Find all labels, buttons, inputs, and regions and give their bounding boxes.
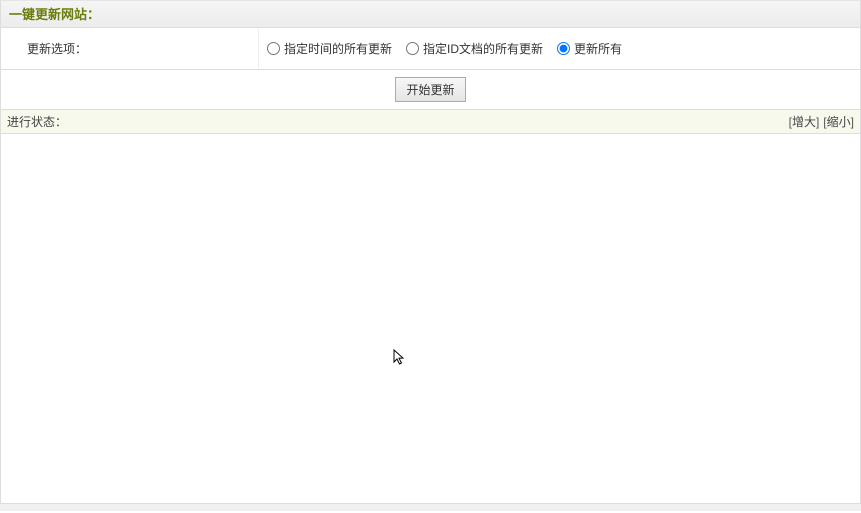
radio-all-input[interactable] (557, 42, 570, 55)
start-update-button[interactable]: 开始更新 (395, 77, 465, 102)
radio-by-time[interactable]: 指定时间的所有更新 (267, 40, 392, 57)
options-label-text: 更新选项： (27, 40, 87, 57)
output-area (0, 134, 861, 504)
footer-strip (0, 504, 861, 511)
bracket-close-icon: ] (851, 115, 854, 129)
shrink-text: 缩小 (827, 115, 851, 129)
options-row: 更新选项： 指定时间的所有更新 指定ID文档的所有更新 更新所有 (0, 28, 861, 70)
status-label: 进行状态： (7, 113, 67, 130)
radio-by-time-input[interactable] (267, 42, 280, 55)
status-links: [增大] [缩小] (789, 113, 854, 130)
bracket-close-icon: ] (816, 115, 819, 129)
radio-by-id-input[interactable] (406, 42, 419, 55)
expand-link[interactable]: [增大] (789, 113, 820, 130)
expand-text: 增大 (792, 115, 816, 129)
shrink-link[interactable]: [缩小] (823, 113, 854, 130)
radio-all-label: 更新所有 (574, 40, 622, 57)
radio-by-time-label: 指定时间的所有更新 (284, 40, 392, 57)
page-header: 一键更新网站： (0, 0, 861, 28)
radio-by-id[interactable]: 指定ID文档的所有更新 (406, 40, 543, 57)
options-label: 更新选项： (1, 28, 259, 69)
page-title: 一键更新网站： (9, 7, 100, 22)
status-bar: 进行状态： [增大] [缩小] (0, 110, 861, 134)
radio-all[interactable]: 更新所有 (557, 40, 622, 57)
cursor-icon (393, 349, 407, 367)
options-radios: 指定时间的所有更新 指定ID文档的所有更新 更新所有 (259, 40, 860, 57)
radio-by-id-label: 指定ID文档的所有更新 (423, 40, 543, 57)
action-row: 开始更新 (0, 70, 861, 110)
